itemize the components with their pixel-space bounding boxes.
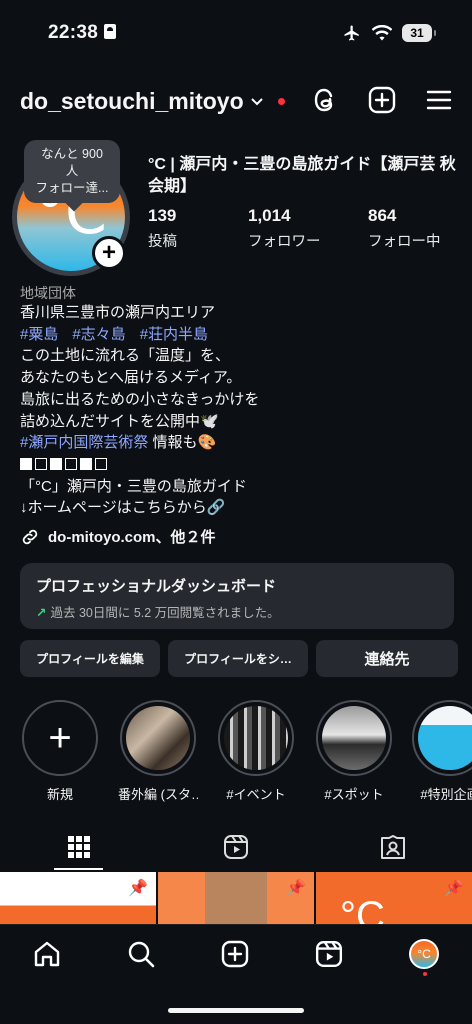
highlight-cover [412, 700, 472, 776]
tab-reels[interactable] [157, 824, 314, 870]
highlight-new[interactable]: + 新規 [20, 700, 100, 803]
highlight-cover [218, 700, 294, 776]
username-switcher[interactable]: do_setouchi_mitoyo [20, 88, 285, 115]
chevron-down-icon [250, 97, 263, 105]
bio-line: あなたのもとへ届けるメディア。 [20, 369, 242, 387]
stat-posts[interactable]: 139 投稿 [148, 206, 248, 251]
profile-category: 地域団体 [20, 285, 76, 301]
home-indicator [168, 1008, 304, 1013]
note-line: なんと 900 人 [41, 147, 103, 178]
highlight-label: 番外編 (スタ… [118, 787, 198, 802]
hashtag-link[interactable]: #瀬戸内国際芸術祭 [20, 434, 148, 451]
decorative-squares [20, 454, 460, 476]
home-icon[interactable] [33, 940, 61, 968]
highlight-cover [120, 700, 196, 776]
id-card-icon [104, 24, 117, 39]
search-icon[interactable] [127, 940, 155, 968]
highlight-label: #イベント [226, 787, 286, 802]
pin-icon: 📌 [286, 880, 306, 897]
link-text: do-mitoyo.com、他２件 [48, 529, 216, 546]
bio-line: #瀬戸内国際芸術祭 情報も🎨 [20, 432, 460, 454]
post-thumbnail[interactable]: 📌 °C [316, 872, 472, 924]
stat-label: 投稿 [148, 234, 177, 250]
username: do_setouchi_mitoyo [20, 88, 244, 114]
bio-tags: #粟島 #志々島 #荘内半島 [20, 324, 460, 346]
hashtag-link[interactable]: #粟島 [20, 326, 58, 343]
battery-indicator: 31 [402, 24, 436, 42]
highlight-item[interactable]: #スポット [314, 700, 394, 803]
pin-icon: 📌 [444, 880, 464, 897]
avatar-logo: °C [417, 947, 431, 961]
post-grid: 📌 📌 📌 °C [0, 872, 472, 924]
stat-following[interactable]: 864 フォロー中 [368, 206, 468, 251]
edit-profile-button[interactable]: プロフィールを編集 [20, 640, 160, 677]
new-post-icon[interactable] [221, 940, 249, 968]
post-thumbnail[interactable]: 📌 [0, 872, 156, 924]
highlight-item[interactable]: #イベント [216, 700, 296, 803]
link-icon [22, 529, 38, 544]
profile-bio: 香川県三豊市の瀬戸内エリア #粟島 #志々島 #荘内半島 この土地に流れる「温度」を… [20, 302, 460, 519]
bio-line: 香川県三豊市の瀬戸内エリア [20, 304, 216, 321]
status-icons: 31 [342, 24, 436, 42]
airplane-icon [344, 25, 359, 41]
reels-icon [223, 835, 248, 859]
profile-tabs [0, 824, 472, 870]
profile-tab-avatar[interactable]: °C [409, 939, 439, 976]
reels-icon[interactable] [315, 940, 343, 968]
stat-label: フォロワー [248, 234, 321, 250]
highlight-label: #特別企画 [420, 787, 472, 802]
stat-number: 1,014 [248, 206, 291, 225]
profile-name: °C | 瀬戸内・三豊の島旅ガイド【瀬戸芸 秋会期】 [148, 156, 456, 195]
contact-button[interactable]: 連絡先 [316, 640, 458, 677]
menu-icon[interactable] [426, 89, 452, 111]
wifi-icon [372, 25, 392, 41]
highlight-cover [316, 700, 392, 776]
stat-followers[interactable]: 1,014 フォロワー [248, 206, 368, 251]
threads-icon[interactable] [312, 86, 338, 114]
professional-dashboard[interactable]: プロフェッショナルダッシュボード ↗ 過去 30日間に 5.2 万回閲覧されました… [20, 563, 454, 629]
stat-number: 864 [368, 206, 397, 225]
notification-dot [277, 98, 285, 105]
hashtag-link[interactable]: #荘内半島 [140, 326, 208, 343]
dashboard-title: プロフェッショナルダッシュボード [36, 578, 277, 595]
trend-up-icon: ↗ [36, 606, 47, 620]
share-profile-button[interactable]: プロフィールをシ… [168, 640, 308, 677]
status-time: 22:38 [48, 22, 117, 44]
dashboard-subtitle-text: 過去 30日間に 5.2 万回閲覧されました。 [50, 606, 280, 620]
tab-grid[interactable] [0, 824, 157, 870]
grid-icon [67, 836, 90, 858]
notification-dot [423, 972, 427, 976]
stat-label: フォロー中 [368, 234, 441, 250]
stat-number: 139 [148, 206, 177, 225]
add-story-button[interactable]: + [92, 236, 126, 270]
bio-line: 島旅に出るための小さなきっかけを [20, 390, 260, 408]
note-bubble[interactable]: なんと 900 人 フォロー達... [24, 140, 120, 203]
bio-line: 詰め込んだサイトを公開中🕊️ [20, 412, 219, 430]
hashtag-link[interactable]: #志々島 [72, 326, 125, 343]
note-line: フォロー達... [35, 181, 109, 195]
bio-text: 情報も🎨 [148, 434, 217, 452]
tagged-icon [381, 835, 406, 859]
bio-line: 「°C」瀬戸内・三豊の島旅ガイド [20, 477, 247, 495]
highlight-item[interactable]: #特別企画 [410, 700, 472, 803]
profile-stats: 139 投稿 1,014 フォロワー 864 フォロー中 [148, 206, 468, 251]
post-thumbnail[interactable]: 📌 [158, 872, 314, 924]
highlight-item[interactable]: 番外編 (スタ… [118, 700, 198, 803]
highlight-label: #スポット [324, 787, 384, 802]
dashboard-subtitle: ↗ 過去 30日間に 5.2 万回閲覧されました。 [36, 602, 438, 621]
pin-icon: 📌 [128, 880, 148, 897]
bio-line: この土地に流れる「温度」を、 [20, 347, 231, 365]
plus-icon: + [22, 700, 98, 776]
highlight-label: 新規 [46, 787, 73, 802]
tab-tagged[interactable] [315, 824, 472, 870]
create-icon[interactable] [368, 86, 396, 114]
logo-fragment: °C [340, 894, 385, 924]
profile-link[interactable]: do-mitoyo.com、他２件 [20, 526, 216, 547]
bio-line: ↓ホームページはこちらから🔗 [20, 499, 226, 517]
